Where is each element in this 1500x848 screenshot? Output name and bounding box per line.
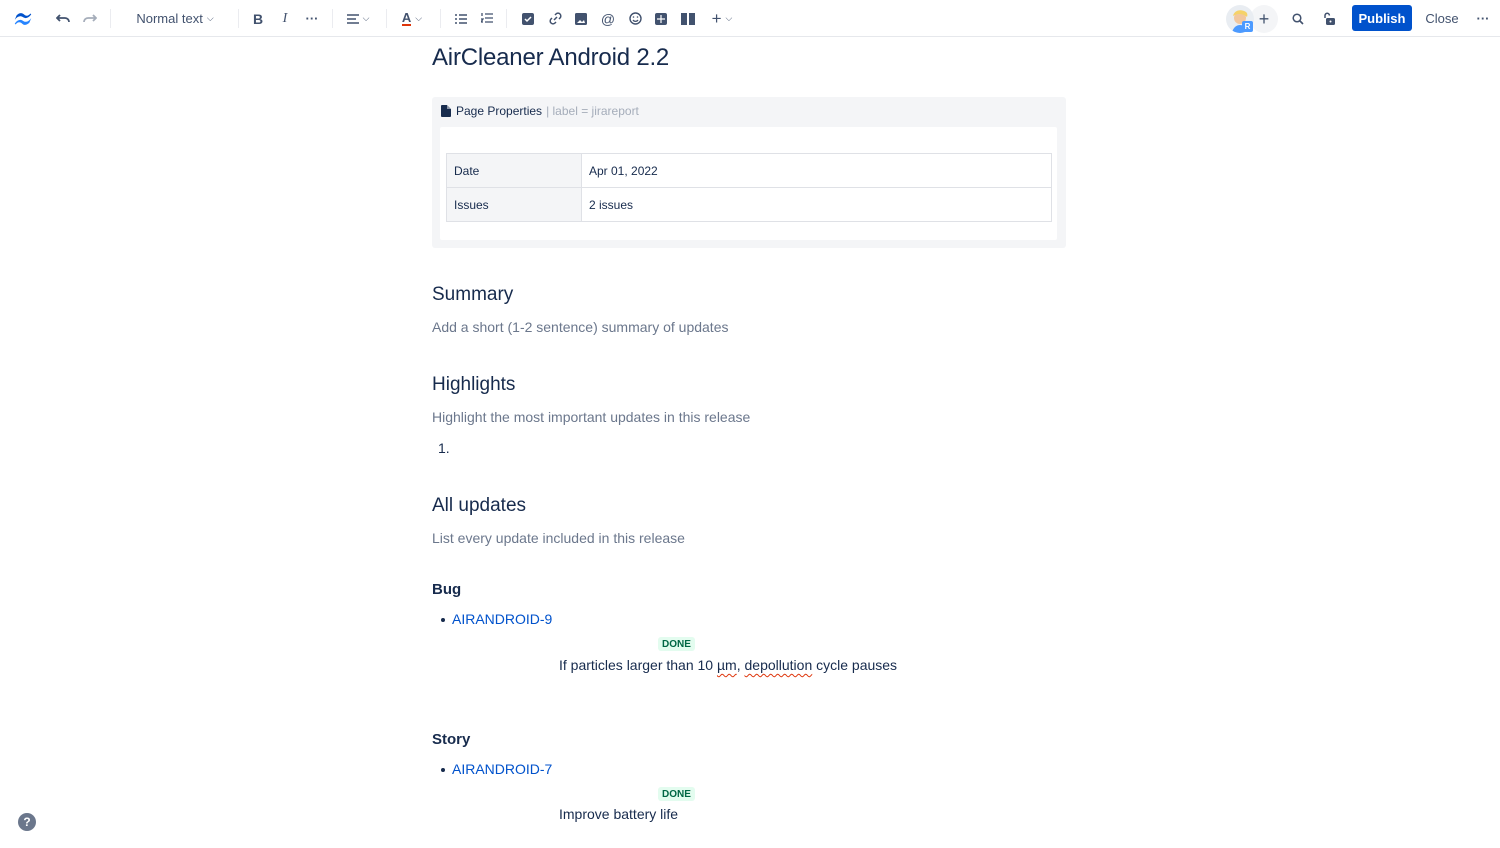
issue-summary: Improve battery life bbox=[559, 806, 679, 822]
text-color-icon[interactable]: A ⌵ bbox=[398, 0, 426, 37]
page-title[interactable]: AirCleaner Android 2.2 bbox=[432, 44, 669, 72]
publish-button[interactable]: Publish bbox=[1352, 5, 1412, 31]
chevron-down-icon: ⌵ bbox=[415, 13, 423, 23]
bullet bbox=[441, 618, 445, 622]
page-properties-macro[interactable]: Page Properties | label = jirareport Dat… bbox=[432, 97, 1066, 248]
align-icon[interactable]: ⌵ bbox=[344, 0, 372, 37]
property-key[interactable]: Date bbox=[446, 153, 582, 188]
spellcheck-word[interactable]: µm bbox=[717, 657, 737, 673]
text-style-label: Normal text bbox=[136, 11, 203, 26]
table-row: Date Apr 01, 2022 bbox=[446, 153, 1052, 188]
invite-button[interactable]: + bbox=[1250, 5, 1278, 33]
property-key[interactable]: Issues bbox=[446, 187, 582, 222]
chevron-down-icon: ⌵ bbox=[206, 13, 214, 23]
toolbar-divider bbox=[110, 9, 111, 28]
toolbar-divider bbox=[386, 9, 387, 28]
highlights-heading[interactable]: Highlights bbox=[432, 374, 515, 396]
chevron-down-icon: ⌵ bbox=[362, 13, 370, 23]
page-properties-body: Date Apr 01, 2022 Issues 2 issues bbox=[440, 127, 1057, 240]
story-heading[interactable]: Story bbox=[432, 731, 470, 748]
bullet-list-icon[interactable] bbox=[453, 0, 469, 37]
redo-icon[interactable] bbox=[81, 0, 99, 37]
summary-text: cycle pauses bbox=[812, 657, 898, 673]
bold-icon[interactable]: B bbox=[250, 0, 266, 37]
document-icon bbox=[441, 105, 451, 117]
toolbar-divider bbox=[332, 9, 333, 28]
undo-icon[interactable] bbox=[54, 0, 72, 37]
list-item[interactable]: 1. bbox=[438, 440, 450, 456]
toolbar-divider bbox=[506, 9, 507, 28]
issue-summary: If particles larger than 10 µm, depollut… bbox=[559, 657, 897, 673]
emoji-icon[interactable] bbox=[627, 0, 643, 37]
summary-text: , bbox=[736, 657, 745, 673]
summary-text: If particles larger than 10 bbox=[559, 657, 717, 673]
bug-heading[interactable]: Bug bbox=[432, 581, 461, 598]
avatar-badge: R bbox=[1242, 21, 1253, 32]
issue-link[interactable]: AIRANDROID-7 bbox=[452, 761, 552, 777]
collaborators: + R bbox=[1226, 5, 1278, 33]
more-formatting-icon[interactable]: ··· bbox=[304, 0, 320, 37]
close-button[interactable]: Close bbox=[1420, 5, 1464, 31]
numbered-list-icon[interactable] bbox=[479, 0, 495, 37]
confluence-logo-icon[interactable] bbox=[10, 0, 36, 37]
macro-params: | label = jirareport bbox=[546, 104, 639, 118]
layouts-icon[interactable] bbox=[680, 0, 696, 37]
action-item-icon[interactable] bbox=[520, 0, 536, 37]
highlights-placeholder[interactable]: Highlight the most important updates in … bbox=[432, 409, 750, 425]
summary-placeholder[interactable]: Add a short (1-2 sentence) summary of up… bbox=[432, 319, 728, 335]
editor-toolbar: Normal text ⌵ B I ··· ⌵ A ⌵ @ + ⌵ + R Pu… bbox=[0, 0, 1500, 37]
image-icon[interactable] bbox=[573, 0, 589, 37]
toolbar-divider bbox=[440, 9, 441, 28]
status-badge: DONE bbox=[658, 637, 695, 651]
macro-name: Page Properties bbox=[456, 104, 543, 118]
properties-table: Date Apr 01, 2022 Issues 2 issues bbox=[446, 153, 1052, 222]
italic-icon[interactable]: I bbox=[277, 0, 293, 37]
table-row: Issues 2 issues bbox=[446, 187, 1052, 222]
search-icon[interactable] bbox=[1289, 0, 1307, 37]
link-icon[interactable] bbox=[547, 0, 563, 37]
summary-heading[interactable]: Summary bbox=[432, 284, 513, 306]
issue-link[interactable]: AIRANDROID-9 bbox=[452, 611, 552, 627]
more-icon[interactable]: ··· bbox=[1474, 0, 1492, 37]
all-updates-heading[interactable]: All updates bbox=[432, 495, 526, 517]
spellcheck-word[interactable]: depollution bbox=[745, 657, 813, 673]
bullet bbox=[441, 768, 445, 772]
toolbar-divider bbox=[238, 9, 239, 28]
text-style-dropdown[interactable]: Normal text ⌵ bbox=[128, 0, 222, 37]
property-value[interactable]: Apr 01, 2022 bbox=[581, 153, 1052, 188]
mention-icon[interactable]: @ bbox=[600, 0, 616, 37]
insert-icon[interactable]: + ⌵ bbox=[708, 0, 736, 37]
table-icon[interactable] bbox=[653, 0, 669, 37]
page-properties-header: Page Properties | label = jirareport bbox=[441, 104, 639, 118]
all-updates-placeholder[interactable]: List every update included in this relea… bbox=[432, 530, 685, 546]
status-badge: DONE bbox=[658, 787, 695, 801]
chevron-down-icon: ⌵ bbox=[725, 13, 733, 23]
restrictions-icon[interactable] bbox=[1320, 0, 1338, 37]
property-value[interactable]: 2 issues bbox=[581, 187, 1052, 222]
help-icon[interactable]: ? bbox=[18, 813, 36, 831]
